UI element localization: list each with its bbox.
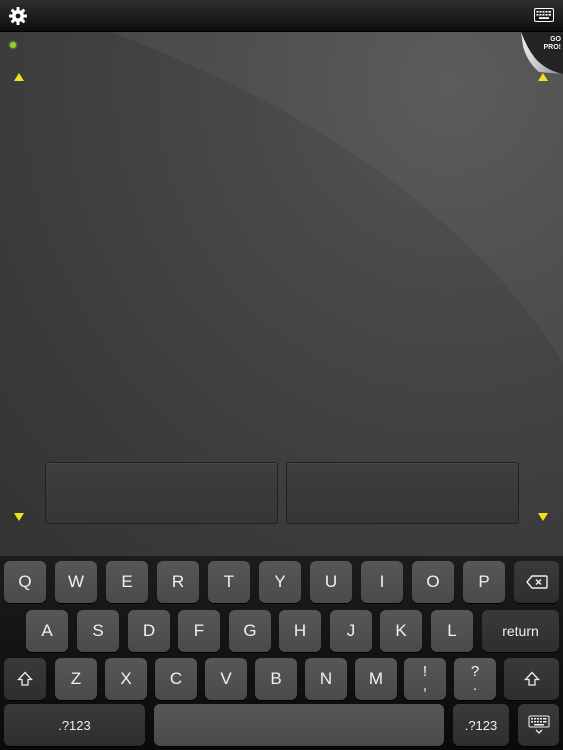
shift-icon [523,671,540,686]
go-pro-page-curl[interactable]: GO PRO! [521,32,563,74]
key-k[interactable]: K [380,610,422,652]
go-pro-label: GO PRO! [544,36,562,52]
key-g[interactable]: G [229,610,271,652]
key-i[interactable]: I [361,561,403,603]
keyboard-icon[interactable] [534,8,554,22]
exclaim-comma-labels: ! , [422,664,428,694]
space-key[interactable] [154,704,444,746]
go-pro-line2: PRO! [543,44,562,51]
key-b[interactable]: B [255,658,297,700]
key-n[interactable]: N [305,658,347,700]
scroll-down-right-icon[interactable] [538,513,548,521]
key-e[interactable]: E [106,561,148,603]
left-click-button[interactable] [45,462,278,524]
shift-icon [17,671,33,686]
backspace-key[interactable] [514,561,559,603]
key-exclaim-comma[interactable]: ! , [404,658,446,700]
return-key[interactable]: return [482,610,559,652]
key-r[interactable]: R [157,561,199,603]
key-question-period[interactable]: ? . [454,658,496,700]
scroll-up-left-icon[interactable] [14,73,24,81]
dismiss-keyboard-icon [527,715,550,734]
key-x[interactable]: X [105,658,147,700]
key-c[interactable]: C [155,658,197,700]
key-a[interactable]: A [26,610,68,652]
question-period-labels: ? . [471,664,479,694]
key-t[interactable]: T [208,561,250,603]
onscreen-keyboard: Q W E R T Y U I O P A S D F G H J K L re… [0,556,563,750]
key-f[interactable]: F [178,610,220,652]
scroll-up-right-icon[interactable] [538,73,548,81]
period-label: . [472,677,478,694]
key-u[interactable]: U [310,561,352,603]
backspace-icon [525,575,548,589]
key-z[interactable]: Z [55,658,97,700]
key-y[interactable]: Y [259,561,301,603]
shift-right-key[interactable] [504,658,559,700]
shift-left-key[interactable] [4,658,46,700]
right-click-button[interactable] [286,462,519,524]
numbers-key-left[interactable]: .?123 [4,704,145,746]
top-bar [0,0,563,32]
key-s[interactable]: S [77,610,119,652]
gear-icon[interactable] [8,6,28,26]
key-q[interactable]: Q [4,561,46,603]
go-pro-line1: GO [550,36,561,43]
key-m[interactable]: M [355,658,397,700]
key-d[interactable]: D [128,610,170,652]
connection-status-led [10,42,16,48]
key-l[interactable]: L [431,610,473,652]
comma-label: , [422,677,428,694]
scroll-down-left-icon[interactable] [14,513,24,521]
key-h[interactable]: H [279,610,321,652]
key-v[interactable]: V [205,658,247,700]
dismiss-keyboard-key[interactable] [518,704,559,746]
trackpad-area[interactable]: GO PRO! [0,32,563,556]
numbers-key-right[interactable]: .?123 [453,704,509,746]
key-w[interactable]: W [55,561,97,603]
key-o[interactable]: O [412,561,454,603]
key-p[interactable]: P [463,561,505,603]
key-j[interactable]: J [330,610,372,652]
